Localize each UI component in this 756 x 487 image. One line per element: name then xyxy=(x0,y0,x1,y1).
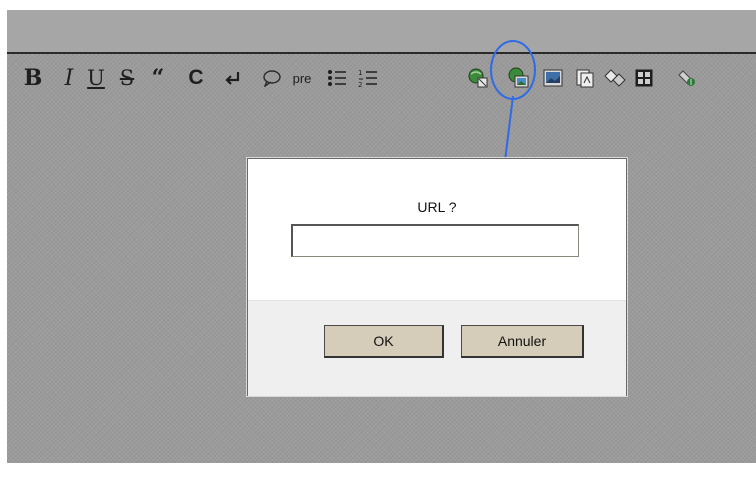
table-button[interactable] xyxy=(631,54,657,102)
svg-text:1: 1 xyxy=(358,69,362,77)
url-input[interactable] xyxy=(291,224,579,257)
comment-icon xyxy=(263,70,281,87)
dialog-footer: OK Annuler xyxy=(248,300,626,396)
formatting-toolbar: B I U S “ C pre 1 2 xyxy=(7,54,756,102)
bullet-list-button[interactable] xyxy=(325,54,349,102)
quote-button[interactable]: “ xyxy=(145,54,171,102)
image-link-icon xyxy=(508,67,529,88)
image-icon xyxy=(543,69,563,87)
prompt-label: URL ? xyxy=(417,199,457,215)
strikethrough-button[interactable]: S xyxy=(116,54,138,102)
bold-button[interactable]: B xyxy=(21,54,45,102)
line-break-icon xyxy=(225,72,240,85)
ok-button[interactable]: OK xyxy=(324,325,444,358)
numbered-list-icon: 1 2 xyxy=(358,69,377,88)
document-button[interactable] xyxy=(572,54,598,102)
link-icon xyxy=(468,68,488,88)
pre-button[interactable]: pre xyxy=(287,54,317,102)
dialog-body: URL ? xyxy=(248,159,626,300)
numbered-list-button[interactable]: 1 2 xyxy=(356,54,380,102)
diamond-button[interactable] xyxy=(602,54,628,102)
cancel-button[interactable]: Annuler xyxy=(461,325,584,358)
title-bar xyxy=(7,10,756,54)
table-icon xyxy=(635,69,653,87)
document-icon xyxy=(576,69,594,88)
url-prompt-dialog: URL ? OK Annuler xyxy=(247,158,627,396)
image-button[interactable] xyxy=(540,54,566,102)
code-button[interactable]: C xyxy=(185,54,207,102)
comment-button[interactable] xyxy=(259,54,285,102)
line-break-button[interactable] xyxy=(221,54,245,102)
italic-button[interactable]: I xyxy=(59,54,79,102)
tag-button[interactable] xyxy=(674,54,700,102)
bullet-list-icon xyxy=(328,70,346,86)
diamond-icon xyxy=(604,69,626,87)
tag-icon xyxy=(678,70,695,86)
link-button[interactable] xyxy=(465,54,491,102)
image-link-button[interactable] xyxy=(506,54,532,102)
svg-text:2: 2 xyxy=(358,81,362,88)
underline-button[interactable]: U xyxy=(84,54,108,102)
